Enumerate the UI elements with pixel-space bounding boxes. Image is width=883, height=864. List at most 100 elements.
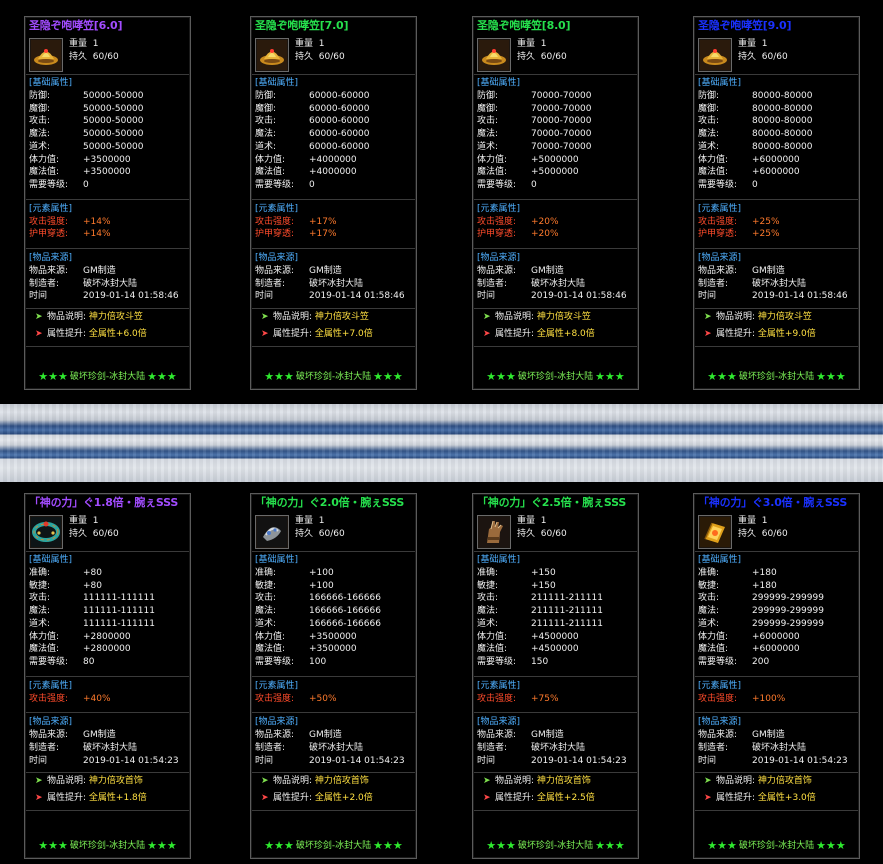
attribute-row: 道术: 111111-111111 (29, 618, 155, 631)
durability-row: 持久 60/60 (738, 51, 788, 64)
element-attribute-value: +17% (309, 229, 337, 240)
item-title: 圣隐ぞ咆哮笠[6.0] (29, 19, 123, 32)
divider (695, 551, 858, 552)
attribute-value: 299999-299999 (752, 593, 824, 604)
attribute-value: +150 (531, 568, 556, 578)
item-title: 「神の力」ぐ3.0倍・腕ぇSSS (698, 496, 848, 509)
attribute-row: 攻击: 211111-211111 (477, 592, 603, 605)
divider (252, 308, 415, 310)
attribute-value: +3500000 (309, 631, 357, 642)
gray-bracelet-icon (255, 515, 289, 549)
weight-value: 1 (761, 516, 768, 526)
attribute-row: 需要等级: 200 (698, 656, 769, 669)
green-star-icon: ★ (392, 839, 403, 853)
attribute-label: 体力值: (255, 154, 286, 165)
attribute-value: 50000-50000 (83, 116, 144, 127)
item-tooltip-card: 圣隐ぞ咆哮笠[8.0] 重量 1 持久 60/60 [基础属性] 防御: 70000-70… (472, 16, 639, 390)
element-attribute-label: 攻击强度: (698, 693, 738, 704)
green-star-icon: ★ (826, 370, 836, 384)
card-footer: ★ ★ ★ 破坏珍剑-冰封大陆 ★ ★ ★ (27, 370, 188, 385)
item-meta: 重量 1 持久 60/60 (517, 38, 567, 63)
green-star-icon: ★ (595, 370, 605, 384)
weight-row: 重量 1 (517, 38, 567, 51)
bone-glove-icon (477, 515, 511, 549)
attribute-label: 道术: (698, 618, 720, 629)
card-footer: ★ ★ ★ 破坏珍剑-冰封大陆 ★ ★ ★ (253, 839, 414, 854)
source-row: 物品来源: GM制造 (255, 265, 342, 278)
attribute-row: 体力值: +4000000 (255, 154, 357, 167)
attribute-label: 攻击: (477, 116, 499, 127)
attribute-value: 60000-60000 (309, 141, 370, 152)
green-star-icon: ★ (595, 839, 605, 853)
weight-label: 重量 (517, 39, 536, 49)
divider (26, 712, 189, 714)
attribute-row: 敏捷: +180 (698, 580, 777, 593)
attribute-label: 需要等级: (255, 656, 295, 667)
attribute-label: 道术: (29, 141, 51, 152)
attribute-label: 道术: (255, 141, 277, 152)
red-arrow-icon: ➤ (704, 793, 712, 804)
attribute-label: 魔法值: (255, 644, 286, 655)
red-arrow-icon: ➤ (483, 329, 491, 340)
maker-row: 制造者: 破坏冰封大陆 (29, 278, 137, 291)
divider (252, 248, 415, 249)
durability-value: 60/60 (540, 51, 567, 62)
maker-row: 制造者: 破坏冰封大陆 (698, 278, 806, 291)
attribute-boost-row: ➤ 属性提升: 全属性+3.0倍 (704, 792, 816, 805)
attribute-value: 80000-80000 (752, 141, 813, 152)
weight-row: 重量 1 (69, 38, 119, 51)
divider (252, 810, 415, 812)
green-arrow-icon: ➤ (483, 776, 491, 787)
attribute-row: 需要等级: 0 (29, 179, 89, 192)
weight-label: 重量 (69, 39, 88, 49)
attribute-label: 体力值: (698, 631, 729, 642)
attribute-value: 80000-80000 (752, 91, 813, 101)
time-row: 时间 2019-01-14 01:54:23 (698, 755, 848, 768)
attribute-row: 需要等级: 100 (255, 656, 326, 669)
attribute-row: 防御: 60000-60000 (255, 90, 370, 103)
weight-value: 1 (92, 516, 99, 526)
green-star-icon: ★ (383, 370, 393, 384)
maker-label: 制造者: (698, 278, 729, 289)
attribute-row: 魔法: 60000-60000 (255, 128, 370, 141)
section-item-source: [物品来源] (29, 717, 73, 728)
description-label: 物品说明: (716, 776, 756, 787)
attribute-row: 需要等级: 0 (255, 179, 315, 192)
attribute-value: 70000-70000 (531, 141, 592, 152)
attribute-row: 需要等级: 150 (477, 656, 548, 669)
footer-text: 破坏珍剑-冰封大陆 (517, 372, 594, 383)
attribute-row: 体力值: +4500000 (477, 631, 579, 644)
weight-label: 重量 (738, 516, 757, 526)
green-star-icon: ★ (373, 370, 383, 384)
divider (474, 772, 637, 774)
divider (695, 346, 858, 348)
attribute-label: 防御: (29, 91, 51, 101)
element-attribute-label: 护甲穿透: (255, 229, 295, 240)
attribute-label: 需要等级: (698, 656, 738, 667)
item-tooltip-card: 「神の力」ぐ3.0倍・腕ぇSSS 重量 1 持久 60/60 [基础属性] 准确: +18… (693, 493, 860, 859)
attribute-label: 攻击: (698, 593, 720, 604)
attribute-row: 体力值: +2800000 (29, 631, 131, 644)
boost-value: 全属性+2.0倍 (314, 793, 373, 804)
section-element-attributes: [元素属性] (698, 203, 742, 214)
attribute-label: 道术: (255, 618, 277, 629)
section-base-attributes: [基础属性] (29, 78, 73, 88)
footer-text: 破坏珍剑-冰封大陆 (738, 841, 815, 852)
red-arrow-icon: ➤ (35, 793, 43, 804)
durability-label: 持久 (738, 528, 757, 539)
attribute-label: 需要等级: (477, 656, 517, 667)
attribute-value: 211111-211111 (531, 593, 603, 604)
item-title: 「神の力」ぐ2.5倍・腕ぇSSS (477, 496, 627, 509)
section-base-attributes: [基础属性] (698, 555, 742, 565)
attribute-row: 敏捷: +150 (477, 580, 556, 593)
divider (474, 248, 637, 249)
description-label: 物品说明: (495, 312, 535, 323)
attribute-label: 需要等级: (477, 179, 517, 190)
attribute-value: +80 (83, 580, 102, 591)
item-tooltip-card: 「神の力」ぐ1.8倍・腕ぇSSS 重量 1 持久 60/60 [基础属性] 准确: +80… (24, 493, 191, 859)
attribute-value: +2800000 (83, 644, 131, 655)
attribute-row: 魔法值: +5000000 (477, 166, 579, 179)
divider (26, 248, 189, 249)
boost-value: 全属性+6.0倍 (88, 329, 147, 340)
item-description-row: ➤ 物品说明: 神力倍攻斗笠 (35, 311, 143, 324)
